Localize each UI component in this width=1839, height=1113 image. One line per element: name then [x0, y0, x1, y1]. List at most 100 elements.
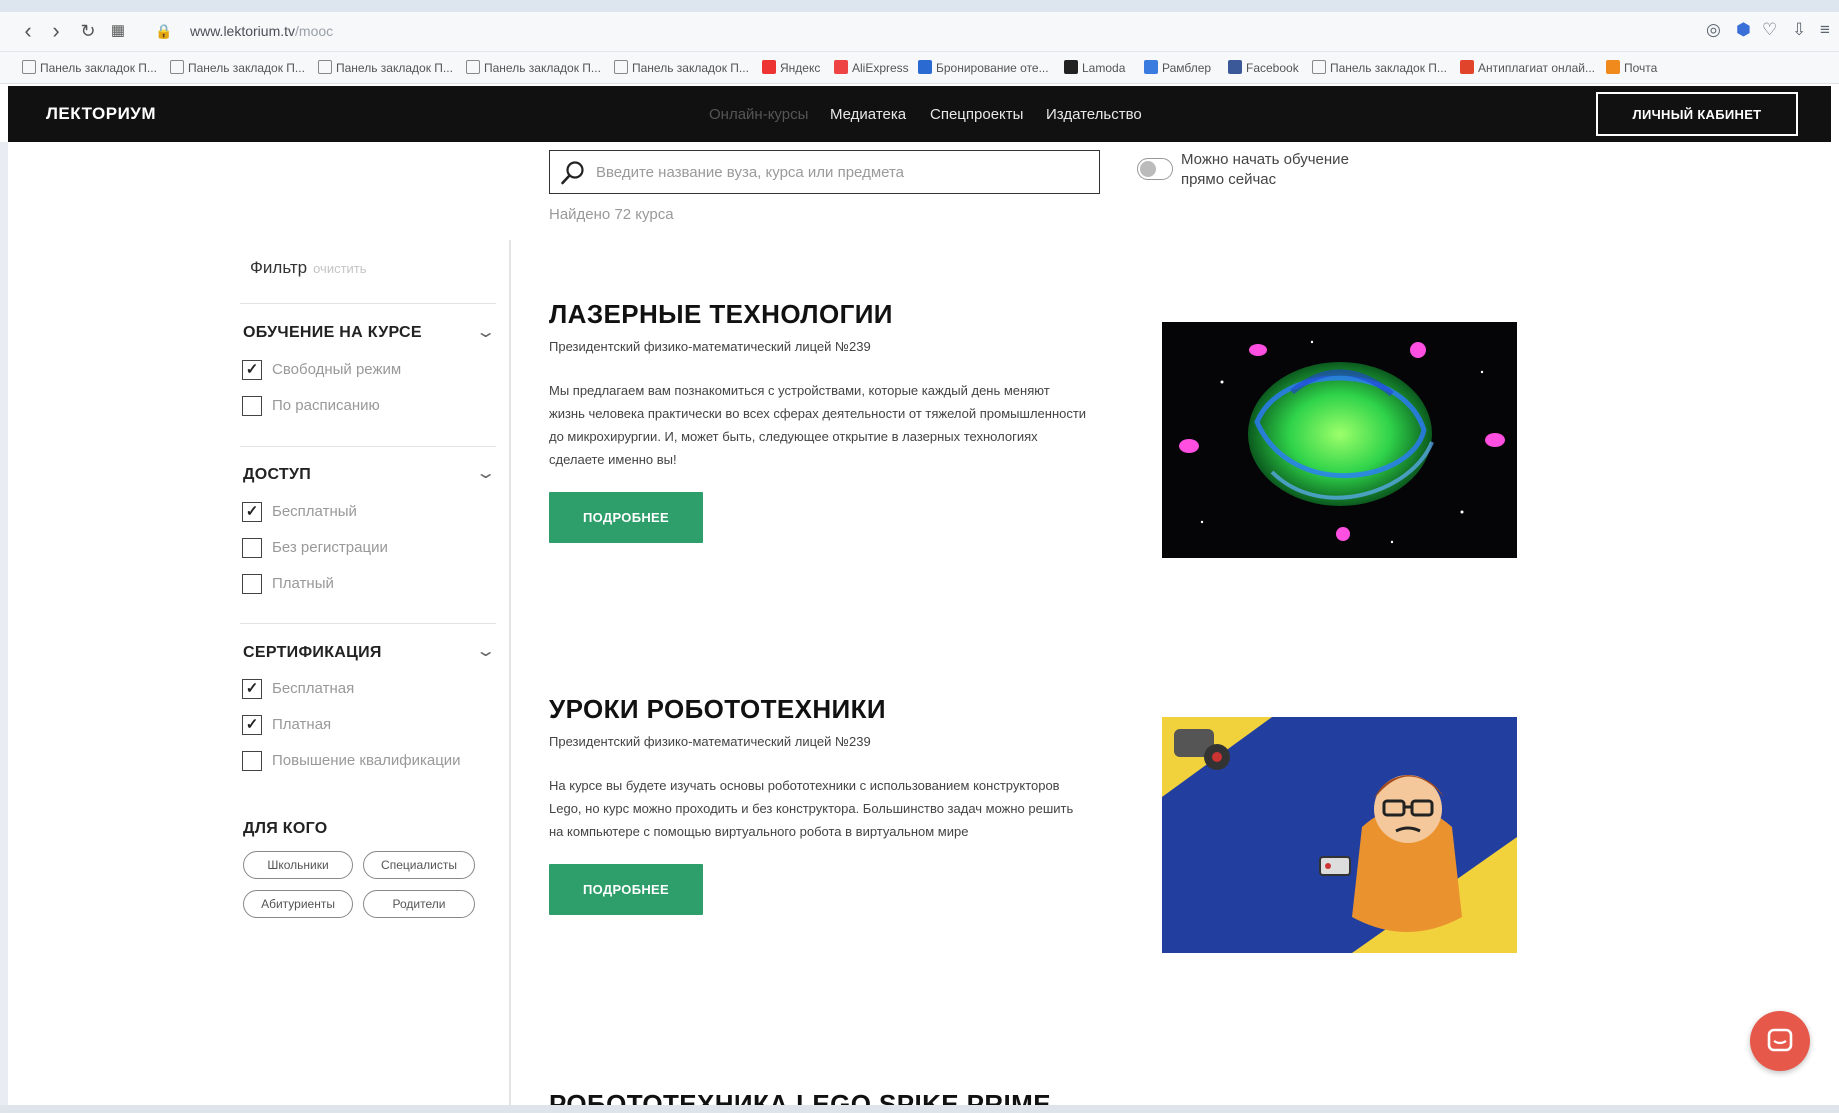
option-cert-free[interactable]: Бесплатная [272, 680, 354, 697]
checkbox-paid[interactable] [242, 574, 262, 594]
start-now-label: Можно начать обучение прямо сейчас [1181, 151, 1349, 188]
site-logo[interactable]: ЛЕКТОРИУМ [46, 104, 156, 124]
more-button[interactable]: ПОДРОБНЕЕ [549, 864, 703, 915]
bookmark-label: Панель закладок П... [484, 61, 601, 75]
section-title-audience: ДЛЯ КОГО [243, 820, 328, 837]
checkbox-qualification[interactable] [242, 751, 262, 771]
personal-cabinet-button[interactable]: ЛИЧНЫЙ КАБИНЕТ [1596, 92, 1798, 136]
course-description: Мы предлагаем вам познакомиться с устрой… [549, 383, 1087, 467]
address-url[interactable]: www.lektorium.tv/mooc [190, 23, 333, 39]
bookmark-label: Яндекс [780, 61, 821, 75]
checkbox-free-mode[interactable]: ✓ [242, 360, 262, 380]
checkbox-free-access[interactable]: ✓ [242, 502, 262, 522]
bookmark-label: Панель закладок П... [336, 61, 453, 75]
url-host: www.lektorium.tv [190, 23, 296, 39]
checkbox-schedule[interactable] [242, 396, 262, 416]
chevron-down-icon[interactable]: ⌄ [475, 322, 496, 342]
search-box[interactable] [549, 150, 1100, 194]
bookmark-icon [1228, 60, 1242, 74]
course-image-laser[interactable] [1162, 322, 1517, 558]
bookmark-item[interactable]: AliExpress [834, 60, 909, 75]
course-title[interactable]: ЛАЗЕРНЫЕ ТЕХНОЛОГИИ [549, 299, 893, 330]
forward-icon[interactable]: › [44, 20, 68, 44]
menu-icon[interactable]: ≡ [1820, 20, 1830, 40]
lock-icon: 🔒 [155, 23, 173, 39]
download-icon[interactable]: ⇩ [1792, 20, 1806, 40]
more-button[interactable]: ПОДРОБНЕЕ [549, 492, 703, 543]
checkbox-cert-free[interactable]: ✓ [242, 679, 262, 699]
filter-separator [240, 446, 496, 447]
chevron-down-icon[interactable]: ⌄ [475, 463, 496, 483]
bookmark-label: Панель закладок П... [188, 61, 305, 75]
results-count: Найдено 72 курса [549, 206, 674, 223]
course-description: На курсе вы будете изучать основы робото… [549, 778, 1074, 839]
chat-icon [1767, 1028, 1793, 1052]
bookmark-icon [466, 60, 480, 74]
option-free-access[interactable]: Бесплатный [272, 503, 357, 520]
course-title[interactable]: УРОКИ РОБОТОТЕХНИКИ [549, 694, 886, 725]
audience-applicants[interactable]: Абитуриенты [243, 890, 353, 918]
bookmark-icon [834, 60, 848, 74]
filter-clear-link[interactable]: очистить [313, 261, 366, 276]
bookmark-item[interactable]: Facebook [1228, 60, 1299, 75]
heart-icon[interactable]: ♡ [1762, 20, 1777, 40]
option-qualification[interactable]: Повышение квалификации [272, 752, 461, 769]
option-schedule[interactable]: По расписанию [272, 397, 380, 414]
bookmark-item[interactable]: Lamoda [1064, 60, 1125, 75]
search-input[interactable] [596, 160, 1086, 184]
bookmark-icon [918, 60, 932, 74]
chevron-down-icon[interactable]: ⌄ [475, 641, 496, 661]
bookmark-label: AliExpress [852, 61, 909, 75]
bookmark-icon [318, 60, 332, 74]
section-title-certification[interactable]: СЕРТИФИКАЦИЯ [243, 644, 382, 662]
chat-widget-button[interactable] [1750, 1011, 1810, 1071]
nav-publishing[interactable]: Издательство [1046, 106, 1142, 123]
audience-schoolchildren[interactable]: Школьники [243, 851, 353, 879]
bookmark-icon [22, 60, 36, 74]
option-no-registration[interactable]: Без регистрации [272, 539, 388, 556]
bookmark-item[interactable]: Почта [1606, 60, 1657, 75]
search-icon [561, 161, 584, 185]
reload-icon[interactable]: ↻ [76, 20, 100, 44]
checkbox-no-registration[interactable] [242, 538, 262, 558]
back-icon[interactable]: ‹ [16, 20, 40, 44]
bookmark-icon [1064, 60, 1078, 74]
section-title-access[interactable]: ДОСТУП [243, 466, 311, 484]
filter-title: Фильтр очистить [250, 258, 367, 278]
bookmark-item[interactable]: Панель закладок П... [318, 60, 453, 75]
bookmark-item[interactable]: Бронирование оте... [918, 60, 1049, 75]
bookmark-label: Панель закладок П... [40, 61, 157, 75]
bookmark-icon [170, 60, 184, 74]
nav-media-library[interactable]: Медиатека [830, 106, 906, 123]
bookmark-icon [1312, 60, 1326, 74]
bookmark-item[interactable]: Панель закладок П... [22, 60, 157, 75]
section-title-learning[interactable]: ОБУЧЕНИЕ НА КУРСЕ [243, 324, 422, 342]
window-left-edge [0, 142, 8, 1113]
option-paid[interactable]: Платный [272, 575, 334, 592]
bookmark-label: Бронирование оте... [936, 61, 1049, 75]
filter-separator [240, 623, 496, 624]
browser-top-strip [0, 0, 1839, 12]
option-cert-paid[interactable]: Платная [272, 716, 331, 733]
audience-specialists[interactable]: Специалисты [363, 851, 475, 879]
start-now-toggle[interactable] [1137, 158, 1173, 180]
audience-parents[interactable]: Родители [363, 890, 475, 918]
bookmark-item[interactable]: Рамблер [1144, 60, 1211, 75]
tabs-grid-icon[interactable]: ▦ [106, 20, 130, 44]
bookmark-item[interactable]: Панель закладок П... [170, 60, 305, 75]
bookmark-item[interactable]: Панель закладок П... [614, 60, 749, 75]
filter-title-text: Фильтр [250, 258, 308, 277]
option-free-mode[interactable]: Свободный режим [272, 361, 401, 378]
bookmark-item[interactable]: Панель закладок П... [466, 60, 601, 75]
nav-online-courses[interactable]: Онлайн-курсы [709, 106, 808, 123]
shield-icon[interactable]: ⬢ [1736, 20, 1751, 40]
bookmark-label: Панель закладок П... [632, 61, 749, 75]
course-image-robotics[interactable] [1162, 717, 1517, 953]
window-bottom-edge [0, 1105, 1839, 1113]
bookmark-item[interactable]: Антиплагиат онлай... [1460, 60, 1595, 75]
screenshot-icon[interactable]: ◎ [1706, 20, 1721, 40]
nav-special-projects[interactable]: Спецпроекты [930, 106, 1023, 123]
bookmark-item[interactable]: Яндекс [762, 60, 820, 75]
bookmark-item[interactable]: Панель закладок П... [1312, 60, 1447, 75]
checkbox-cert-paid[interactable]: ✓ [242, 715, 262, 735]
